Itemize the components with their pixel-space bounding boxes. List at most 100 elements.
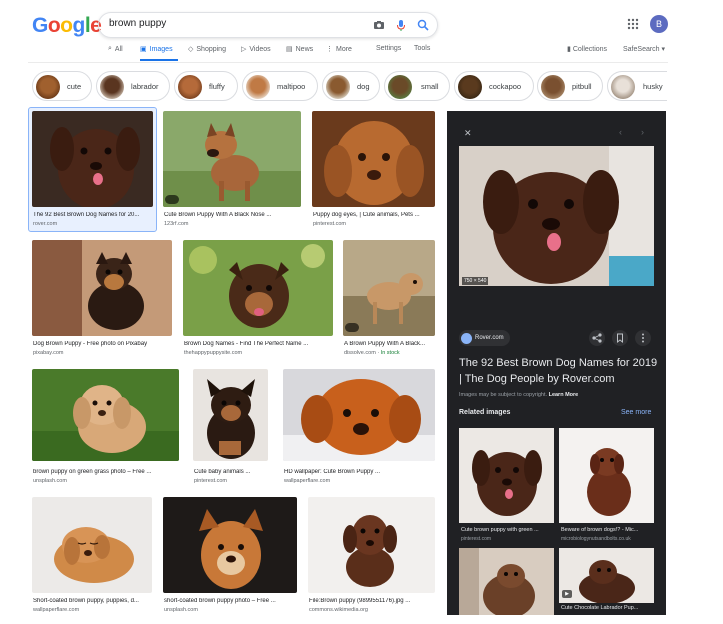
preview-image[interactable]: 750 × 540 [459,146,654,286]
result-caption[interactable]: Short-coated brown puppy, puppies, d... [33,598,153,604]
microphone-icon[interactable] [394,18,408,32]
stock-label: In stock [380,350,400,356]
result-image[interactable] [163,497,297,593]
chip-maltipoo[interactable]: maltipoo [242,71,318,101]
result-source: unsplash.com [164,607,198,613]
collections-link[interactable]: ▮ Collections [567,45,607,53]
chip-labrador[interactable]: labrador [96,71,170,101]
result-source: wallpaperflare.com [33,607,80,613]
share-icon[interactable] [589,330,605,346]
chip-cute[interactable]: cute [32,71,92,101]
chip-label: dog [357,82,370,91]
tools-link[interactable]: Tools [414,45,430,52]
video-icon: ▷ [241,46,247,53]
close-icon[interactable]: ✕ [464,128,472,139]
image-icon: ▣ [140,46,147,53]
result-image[interactable] [308,497,435,593]
search-icon[interactable] [416,18,430,32]
result-caption[interactable]: Dog Brown Puppy - Free photo on Pixabay [33,341,173,347]
google-logo[interactable]: Google [32,14,102,38]
stock-badge-icon [345,323,359,332]
result-image[interactable] [32,369,179,461]
settings-link[interactable]: Settings [376,45,401,52]
chip-fluffy[interactable]: fluffy [174,71,238,101]
related-caption[interactable]: Cute brown puppy with green ... [461,527,553,533]
result-image[interactable] [32,497,152,593]
collections-label: Collections [572,46,608,53]
result-image[interactable] [312,111,435,207]
learn-more-link[interactable]: Learn More [549,392,579,398]
related-image[interactable] [459,428,554,523]
preview-title[interactable]: The 92 Best Brown Dog Names for 2019 | T… [459,355,659,387]
bookmark-icon[interactable] [612,330,628,346]
account-avatar[interactable]: B [650,15,668,33]
source-site-chip[interactable]: Rover.com [459,330,510,346]
tab-label: More [336,45,352,53]
related-caption[interactable]: Beware of brown dogs!? - Mic... [561,527,653,533]
chip-label: cockapoo [489,82,522,91]
result-caption[interactable]: Brown Dog Names - Find The Perfect Name … [184,341,334,347]
tab-videos[interactable]: ▷ Videos [241,45,271,54]
stock-badge-icon [165,195,179,204]
result-image[interactable] [32,111,153,207]
tab-images[interactable]: ▣ Images [140,45,173,54]
result-caption[interactable]: The 92 Best Brown Dog Names for 20... [33,212,153,218]
related-image[interactable] [459,548,554,615]
apps-grid-icon[interactable] [627,18,639,30]
globe-icon [461,332,472,344]
chip-husky[interactable]: husky [607,71,667,101]
search-icon: ⌕ [108,45,112,52]
result-caption[interactable]: File:Brown puppy (9899551176).jpg ... [309,598,436,604]
search-box[interactable] [98,12,438,38]
result-caption[interactable]: HD wallpaper: Cute Brown Puppy ... [284,469,436,475]
chip-label: fluffy [209,82,225,91]
result-image[interactable] [32,240,172,336]
chip-pitbull[interactable]: pitbull [537,71,603,101]
related-caption[interactable]: Cute Chocolate Labrador Pup... [561,605,653,611]
tab-all[interactable]: ⌕ All [108,45,123,53]
result-caption[interactable]: short-coated brown puppy photo – Free ..… [164,598,298,604]
result-image[interactable] [183,240,333,336]
chip-thumbnail [388,75,412,99]
safesearch-link[interactable]: SafeSearch ▾ [623,45,665,53]
result-caption[interactable]: Cute baby animals ... [194,469,269,475]
chip-label: cute [67,82,82,91]
camera-icon[interactable] [372,18,386,32]
source-site-label: Rover.com [475,335,504,341]
result-source: pixabay.com [33,350,64,356]
safesearch-label: SafeSearch [623,46,660,53]
result-caption[interactable]: Cute Brown Puppy With A Black Nose ... [164,212,302,218]
chip-cockapoo[interactable]: cockapoo [454,71,534,101]
related-images-heading: Related images [459,409,511,416]
result-image[interactable] [193,369,268,461]
dropdown-arrow-icon: ▾ [661,46,666,53]
search-input[interactable] [109,18,359,29]
related-image[interactable]: ▶ [559,548,654,603]
related-image[interactable] [559,428,654,523]
play-icon: ▶ [562,590,572,598]
result-caption[interactable]: brown puppy on green grass photo – Free … [33,469,181,475]
chip-dog[interactable]: dog [322,71,380,101]
tab-more[interactable]: ⋮ More [326,45,352,54]
tab-label: All [114,45,123,53]
chip-label: small [421,82,439,91]
next-arrow-icon[interactable]: › [641,127,644,137]
more-vert-icon[interactable] [635,330,651,346]
previous-arrow-icon[interactable]: ‹ [619,127,622,137]
result-caption[interactable]: A Brown Puppy With A Black... [344,341,436,347]
tab-news[interactable]: ▤ News [286,45,313,54]
result-image[interactable] [283,369,435,461]
chip-thumbnail [541,75,565,99]
chip-small[interactable]: small [384,71,450,101]
tab-shopping[interactable]: ◇ Shopping [188,45,226,54]
see-more-link[interactable]: See more [621,409,651,416]
result-image[interactable] [343,240,435,336]
chip-thumbnail [178,75,202,99]
related-source: microbiologynutsandbolts.co.uk [561,536,631,542]
result-source: dissolve.com · In stock [344,350,400,356]
chip-label: pitbull [572,82,592,91]
result-caption[interactable]: Puppy dog eyes, | Cute animals, Pets ... [313,212,436,218]
result-source: rover.com [33,221,58,227]
result-image[interactable] [163,111,301,207]
tab-label: Images [149,45,173,53]
